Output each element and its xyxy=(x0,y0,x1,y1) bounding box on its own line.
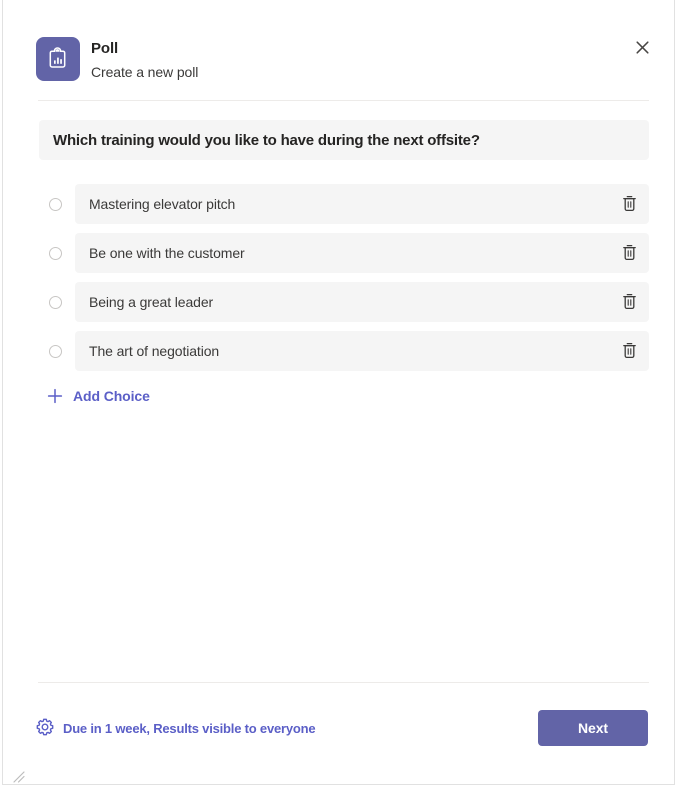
page-subtitle: Create a new poll xyxy=(91,64,199,80)
trash-icon xyxy=(622,195,637,215)
choice-row: Mastering elevator pitch xyxy=(39,184,649,224)
next-button[interactable]: Next xyxy=(538,710,648,746)
trash-icon xyxy=(622,244,637,264)
delete-choice-button[interactable] xyxy=(617,193,641,217)
delete-choice-button[interactable] xyxy=(617,340,641,364)
choice-radio[interactable] xyxy=(49,345,62,358)
trash-icon xyxy=(622,293,637,313)
resize-grip[interactable] xyxy=(13,770,25,783)
trash-icon xyxy=(622,342,637,362)
choice-input[interactable]: Be one with the customer xyxy=(75,233,649,273)
choice-radio[interactable] xyxy=(49,296,62,309)
dialog-header: Poll Create a new poll xyxy=(3,0,674,100)
choice-radio[interactable] xyxy=(49,198,62,211)
delete-choice-button[interactable] xyxy=(617,242,641,266)
choice-radio[interactable] xyxy=(49,247,62,260)
page-title: Poll xyxy=(91,40,119,57)
plus-icon xyxy=(47,388,63,404)
header-text: Poll Create a new poll xyxy=(91,39,198,82)
choice-input[interactable]: Being a great leader xyxy=(75,282,649,322)
close-icon xyxy=(635,41,649,57)
add-choice-button[interactable]: Add Choice xyxy=(47,383,150,409)
delete-choice-button[interactable] xyxy=(617,291,641,315)
choice-row: Be one with the customer xyxy=(39,233,649,273)
poll-settings-button[interactable]: Due in 1 week, Results visible to everyo… xyxy=(36,714,316,742)
choice-row: Being a great leader xyxy=(39,282,649,322)
poll-clipboard-icon xyxy=(36,37,80,81)
poll-question-input[interactable]: Which training would you like to have du… xyxy=(39,120,649,160)
header-divider xyxy=(38,100,649,101)
choice-list: Mastering elevator pitch Be one with the… xyxy=(39,184,649,380)
footer-divider xyxy=(38,682,649,683)
choice-input[interactable]: Mastering elevator pitch xyxy=(75,184,649,224)
poll-dialog: Poll Create a new poll Which training wo… xyxy=(2,0,675,785)
gear-icon xyxy=(36,718,54,739)
poll-settings-label: Due in 1 week, Results visible to everyo… xyxy=(63,720,316,736)
close-button[interactable] xyxy=(626,33,658,65)
choice-input[interactable]: The art of negotiation xyxy=(75,331,649,371)
add-choice-label: Add Choice xyxy=(73,388,150,404)
choice-row: The art of negotiation xyxy=(39,331,649,371)
